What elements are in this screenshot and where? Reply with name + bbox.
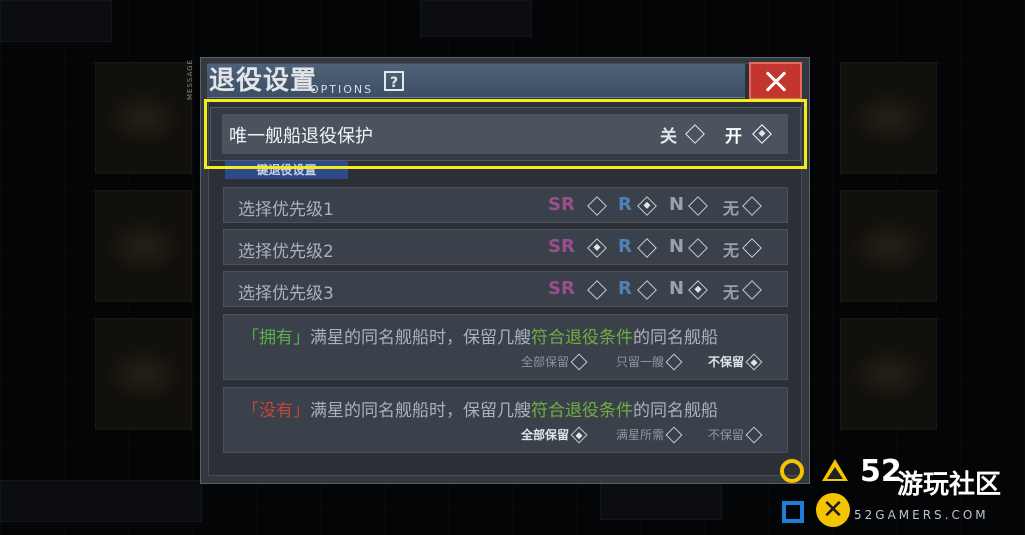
keep-have-text: 「拥有」满星的同名舰船时，保留几艘符合退役条件的同名舰船 — [242, 323, 718, 348]
diamond-icon — [742, 196, 762, 216]
keep-have-prefix: 「拥有」 — [242, 328, 310, 348]
priority-row-2: 选择优先级2 SR R N 无 — [223, 229, 788, 265]
diamond-icon — [570, 353, 588, 371]
rarity-label: SR — [548, 236, 575, 257]
keep-have-suffix: 的同名舰船 — [633, 328, 718, 348]
diamond-icon — [665, 353, 683, 371]
rarity-label: SR — [548, 278, 575, 299]
dialog-side-caption: MESSAGE — [186, 59, 194, 100]
diamond-selected-icon — [587, 238, 607, 258]
priority-option[interactable]: R — [618, 276, 672, 304]
priority-option[interactable]: SR — [548, 234, 607, 262]
keep_have-option-label: 全部保留 — [521, 355, 570, 369]
priority-option[interactable]: 无 — [723, 276, 777, 304]
keep_none-option-label: 不保留 — [708, 428, 745, 442]
keep_none-option[interactable]: 满星所需 — [616, 424, 698, 446]
keep_none-option[interactable]: 全部保留 — [521, 424, 603, 446]
keep-none-text: 「没有」满星的同名舰船时，保留几艘符合退役条件的同名舰船 — [242, 396, 718, 421]
priority-option[interactable]: 无 — [723, 234, 777, 262]
diamond-icon — [745, 426, 763, 444]
diamond-icon — [688, 238, 708, 258]
keep_none-option-label: 满星所需 — [616, 428, 665, 442]
priority-label: 选择优先级2 — [238, 242, 334, 262]
priority-option[interactable]: R — [618, 234, 672, 262]
rarity-label: 无 — [723, 241, 740, 260]
keep-none-row: 「没有」满星的同名舰船时，保留几艘符合退役条件的同名舰船 全部保留 满星所需 不保留 — [223, 387, 788, 453]
priority-option[interactable]: SR — [548, 276, 607, 304]
watermark-number: 52 — [860, 454, 902, 489]
triangle-inner — [827, 467, 843, 479]
keep_none-option-label: 全部保留 — [521, 428, 570, 442]
priority-label: 选择优先级3 — [238, 284, 334, 304]
rarity-label: R — [618, 236, 632, 257]
diamond-icon — [742, 280, 762, 300]
rarity-label: SR — [548, 194, 575, 215]
rarity-label: N — [669, 236, 685, 257]
diamond-icon — [587, 196, 607, 216]
diamond-icon — [742, 238, 762, 258]
diamond-selected-icon — [688, 280, 708, 300]
cross-circle-icon: ✕ — [816, 493, 850, 527]
watermark-url: 52GAMERS.COM — [854, 508, 989, 522]
keep-none-highlight: 符合退役条件 — [531, 401, 633, 421]
keep-have-middle: 满星的同名舰船时，保留几艘 — [310, 328, 531, 348]
priority-row-1: 选择优先级1 SR R N 无 — [223, 187, 788, 223]
priority-option[interactable]: SR — [548, 192, 607, 220]
priority-option[interactable]: R — [618, 192, 672, 220]
dialog-title-sub: OPTIONS — [310, 83, 374, 96]
rarity-label: N — [669, 278, 685, 299]
keep_have-option-label: 不保留 — [708, 355, 745, 369]
keep-have-row: 「拥有」满星的同名舰船时，保留几艘符合退役条件的同名舰船 全部保留 只留一艘 不保留 — [223, 314, 788, 380]
circle-icon — [780, 459, 804, 483]
rarity-label: N — [669, 194, 685, 215]
diamond-selected-icon — [570, 426, 588, 444]
watermark-logo: ✕ — [778, 457, 858, 531]
keep_have-option[interactable]: 只留一艘 — [616, 351, 698, 373]
diamond-icon — [688, 196, 708, 216]
help-button[interactable]: ? — [384, 71, 404, 91]
close-button[interactable] — [749, 62, 802, 100]
diamond-icon — [637, 238, 657, 258]
priority-option[interactable]: N — [669, 192, 723, 220]
dialog-title: 退役设置 — [209, 66, 318, 96]
priority-row-3: 选择优先级3 SR R N 无 — [223, 271, 788, 307]
diamond-selected-icon — [637, 196, 657, 216]
keep_have-option[interactable]: 全部保留 — [521, 351, 603, 373]
priority-option[interactable]: 无 — [723, 192, 777, 220]
diamond-icon — [637, 280, 657, 300]
keep_none-option[interactable]: 不保留 — [708, 424, 790, 446]
priority-label: 选择优先级1 — [238, 200, 334, 220]
diamond-icon — [665, 426, 683, 444]
diamond-selected-icon — [745, 353, 763, 371]
keep_have-option-label: 只留一艘 — [616, 355, 665, 369]
rarity-label: R — [618, 278, 632, 299]
highlight-frame — [204, 99, 807, 169]
keep_have-option[interactable]: 不保留 — [708, 351, 790, 373]
square-icon — [782, 501, 804, 523]
priority-option[interactable]: N — [669, 234, 723, 262]
rarity-label: R — [618, 194, 632, 215]
keep-none-suffix: 的同名舰船 — [633, 401, 718, 421]
rarity-label: 无 — [723, 199, 740, 218]
priority-option[interactable]: N — [669, 276, 723, 304]
keep-none-middle: 满星的同名舰船时，保留几艘 — [310, 401, 531, 421]
rarity-label: 无 — [723, 283, 740, 302]
keep-none-prefix: 「没有」 — [242, 401, 310, 421]
watermark-name: 游玩社区 — [897, 470, 1002, 500]
keep-have-highlight: 符合退役条件 — [531, 328, 633, 348]
diamond-icon — [587, 280, 607, 300]
